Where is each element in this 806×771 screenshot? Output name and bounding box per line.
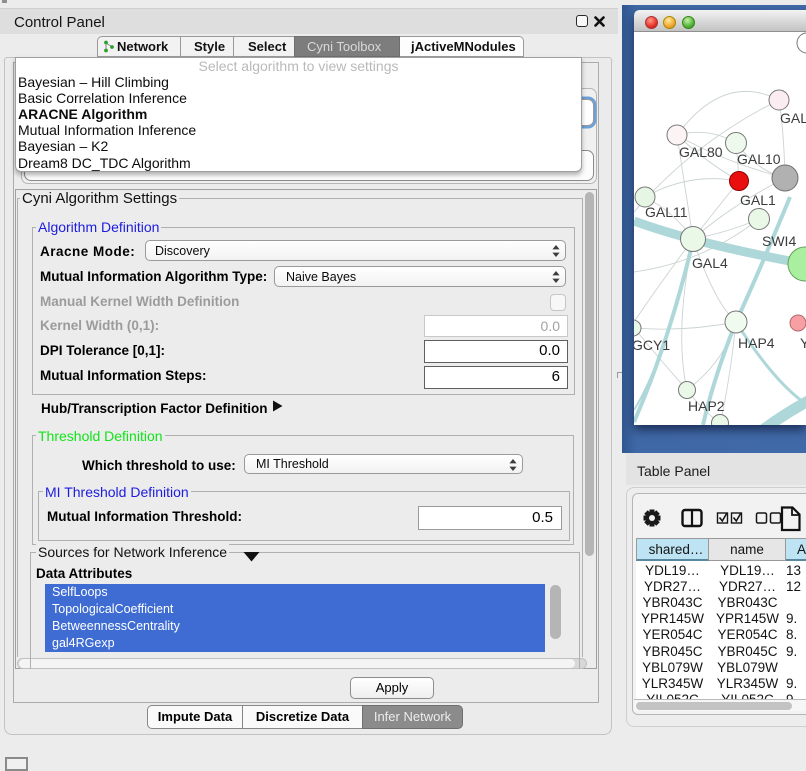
svg-text:Y: Y (800, 335, 806, 351)
svg-text:GAL4: GAL4 (692, 255, 728, 271)
svg-text:SWI4: SWI4 (762, 233, 796, 249)
svg-text:GAL80: GAL80 (679, 144, 723, 160)
svg-text:GCY1: GCY1 (634, 337, 670, 353)
svg-text:GAL11: GAL11 (645, 204, 688, 220)
svg-text:HAP2: HAP2 (688, 398, 725, 414)
svg-text:HAP4: HAP4 (738, 335, 775, 351)
svg-text:GAL1: GAL1 (740, 192, 776, 208)
svg-text:GAL7: GAL7 (780, 110, 806, 126)
svg-text:GAL10: GAL10 (737, 151, 781, 167)
